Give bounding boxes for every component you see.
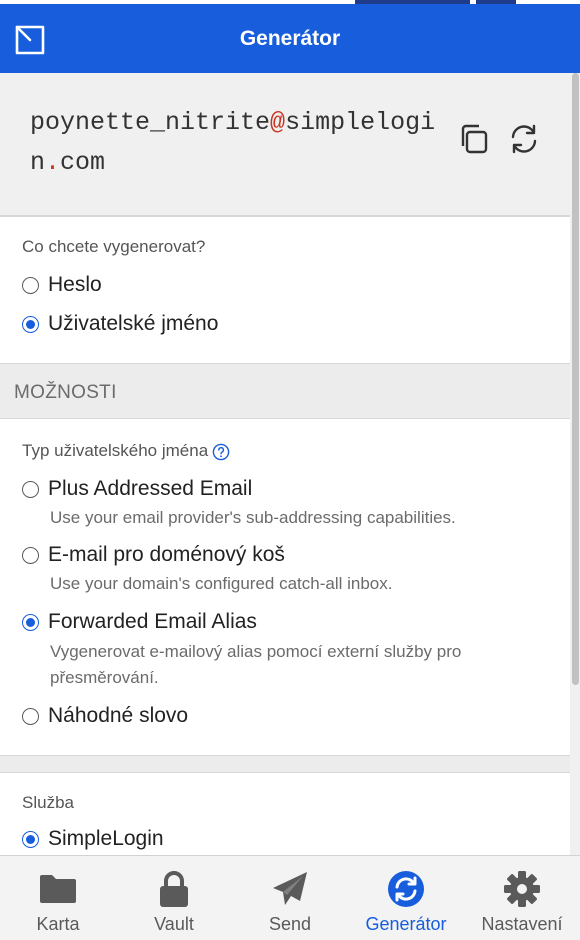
radio-catch-all-email[interactable]: E-mail pro doménový koš <box>22 543 285 567</box>
generate-icon <box>388 871 424 907</box>
scrollbar-thumb[interactable] <box>572 73 579 685</box>
radio-button[interactable] <box>22 613 39 631</box>
radio-simplelogin[interactable]: SimpleLogin <box>22 827 164 851</box>
nav-label: Generátor <box>365 914 447 934</box>
generate-type-section: Co chcete vygenerovat? Heslo Uživatelské… <box>0 216 570 364</box>
radio-label: E-mail pro doménový koš <box>48 543 285 566</box>
radio-description: Use your email provider's sub-addressing… <box>50 508 456 527</box>
radio-username[interactable]: Uživatelské jméno <box>22 312 218 336</box>
lock-icon <box>160 871 188 907</box>
refresh-icon <box>511 124 537 154</box>
nav-label: Vault <box>154 914 194 934</box>
nav-label: Karta <box>36 914 80 934</box>
radio-label: Heslo <box>48 273 102 296</box>
nav-tab-settings[interactable]: Nastavení <box>464 856 580 940</box>
generated-value-panel: poynette_nitrite@simplelogin.com <box>0 73 570 216</box>
nav-tab-generator[interactable]: Generátor <box>348 856 464 940</box>
radio-button[interactable] <box>22 707 39 725</box>
radio-description: Vygenerovat e-mailový alias pomocí exter… <box>50 642 462 687</box>
app-header: Generátor <box>0 4 580 73</box>
generate-type-label: Co chcete vygenerovat? <box>22 237 206 256</box>
paper-plane-icon <box>273 872 307 905</box>
regenerate-button[interactable] <box>506 121 542 157</box>
radio-label: Forwarded Email Alias <box>48 610 257 633</box>
copy-button[interactable] <box>456 121 492 157</box>
gear-icon <box>504 871 540 907</box>
radio-description: Use your domain's configured catch-all i… <box>50 574 393 593</box>
radio-label: SimpleLogin <box>48 827 164 850</box>
radio-forwarded-email-alias[interactable]: Forwarded Email Alias <box>22 610 257 634</box>
bottom-nav: Karta Vault Send Generátor Nastavení <box>0 855 580 940</box>
page-title: Generátor <box>239 27 341 50</box>
nav-tab-send[interactable]: Send <box>232 856 348 940</box>
generated-username[interactable]: poynette_nitrite@simplelogin.com <box>30 103 440 183</box>
options-heading: MOŽNOSTI <box>0 364 570 418</box>
scrollbar[interactable] <box>570 73 580 855</box>
service-label: Služba <box>22 793 74 812</box>
nav-label: Nastavení <box>481 914 563 934</box>
nav-tab-vault[interactable]: Vault <box>116 856 232 940</box>
radio-label: Uživatelské jméno <box>48 312 219 335</box>
radio-label: Náhodné slovo <box>48 704 189 727</box>
radio-button[interactable] <box>22 276 39 294</box>
nav-tab-card[interactable]: Karta <box>0 856 116 940</box>
username-type-section: Typ uživatelského jména Plus Addressed E… <box>0 418 570 756</box>
username-type-label: Typ uživatelského jména <box>22 441 230 461</box>
radio-button[interactable] <box>22 315 39 333</box>
copy-icon <box>461 124 488 154</box>
radio-button[interactable] <box>22 480 39 498</box>
radio-password[interactable]: Heslo <box>22 273 102 297</box>
folder-icon <box>40 875 76 903</box>
radio-plus-addressed-email[interactable]: Plus Addressed Email <box>22 477 252 501</box>
nav-label: Send <box>268 914 312 934</box>
help-icon[interactable] <box>212 443 230 461</box>
radio-random-word[interactable]: Náhodné slovo <box>22 704 188 728</box>
options-heading-text: MOŽNOSTI <box>14 382 117 403</box>
radio-button[interactable] <box>22 546 39 564</box>
radio-label: Plus Addressed Email <box>48 477 253 500</box>
radio-button[interactable] <box>22 830 39 848</box>
